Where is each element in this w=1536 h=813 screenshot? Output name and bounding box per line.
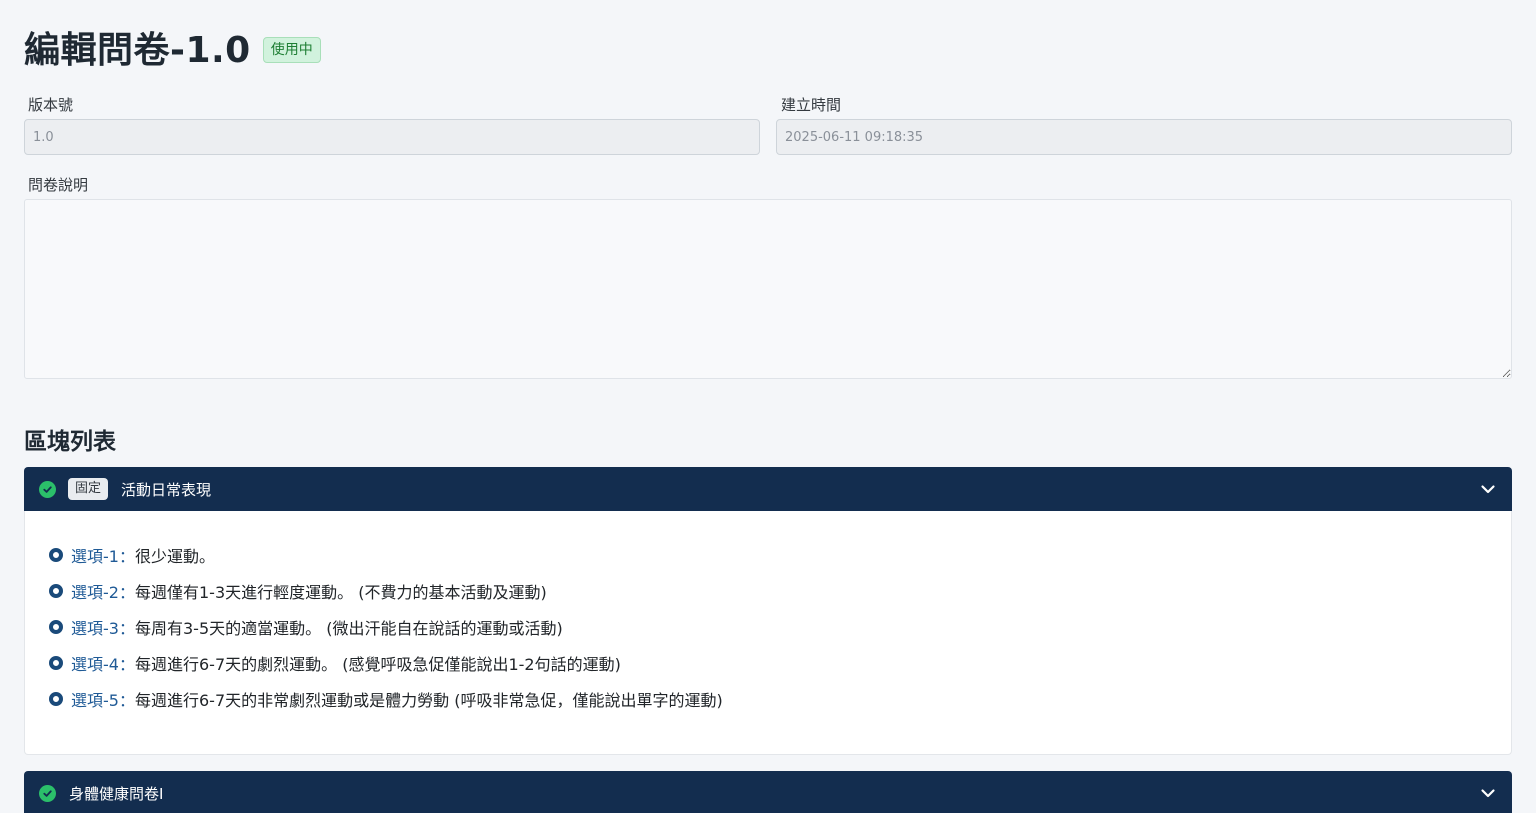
version-input[interactable] [24, 119, 760, 155]
option-colon: ： [118, 547, 135, 566]
option-text: 很少運動。 [134, 547, 215, 566]
created-time-label: 建立時間 [781, 96, 842, 114]
chevron-down-icon[interactable] [1480, 481, 1496, 497]
option-item: 選項-1：很少運動。 [49, 537, 723, 573]
chevron-down-icon[interactable] [1480, 785, 1496, 801]
check-circle-icon [39, 480, 56, 498]
block-header-health[interactable]: 身體健康問卷I [24, 771, 1512, 813]
version-label: 版本號 [28, 96, 74, 114]
option-colon: ： [118, 583, 135, 602]
fixed-badge: 固定 [68, 478, 109, 500]
option-key: 選項-1 [71, 547, 119, 566]
blocks-section-title: 區塊列表 [24, 429, 116, 455]
option-item: 選項-3：每周有3-5天的適當運動。 (微出汗能自在說話的運動或活動) [49, 609, 723, 645]
option-text: 每週僅有1-3天進行輕度運動。 (不費力的基本活動及運動) [134, 583, 547, 602]
description-textarea[interactable] [24, 199, 1512, 379]
check-circle-icon [39, 784, 56, 802]
created-time-input[interactable] [776, 119, 1512, 155]
radio-bullet-icon [49, 548, 63, 562]
radio-bullet-icon [49, 620, 63, 634]
title-row: 編輯問卷-1.0 使用中 [24, 24, 321, 71]
option-key: 選項-4 [71, 655, 119, 674]
block-body-activity: 選項-1：很少運動。 選項-2：每週僅有1-3天進行輕度運動。 (不費力的基本活… [24, 511, 1512, 755]
option-colon: ： [118, 619, 135, 638]
option-text: 每周有3-5天的適當運動。 (微出汗能自在說話的運動或活動) [134, 619, 563, 638]
option-key: 選項-2 [71, 583, 119, 602]
block-header-activity[interactable]: 固定 活動日常表現 [24, 467, 1512, 511]
option-item: 選項-5：每週進行6-7天的非常劇烈運動或是體力勞動 (呼吸非常急促，僅能說出單… [49, 681, 723, 717]
option-key: 選項-3 [71, 619, 119, 638]
radio-bullet-icon [49, 692, 63, 706]
option-colon: ： [118, 691, 135, 710]
block-name: 身體健康問卷I [69, 784, 164, 803]
option-item: 選項-2：每週僅有1-3天進行輕度運動。 (不費力的基本活動及運動) [49, 573, 723, 609]
option-key: 選項-5 [71, 691, 119, 710]
option-item: 選項-4：每週進行6-7天的劇烈運動。 (感覺呼吸急促僅能說出1-2句話的運動) [49, 645, 723, 681]
status-badge: 使用中 [262, 37, 321, 63]
description-label: 問卷說明 [28, 176, 89, 194]
option-text: 每週進行6-7天的劇烈運動。 (感覺呼吸急促僅能說出1-2句話的運動) [134, 655, 621, 674]
page-title: 編輯問卷-1.0 [24, 30, 251, 71]
option-colon: ： [118, 655, 135, 674]
option-text: 每週進行6-7天的非常劇烈運動或是體力勞動 (呼吸非常急促，僅能說出單字的運動) [134, 691, 723, 710]
radio-bullet-icon [49, 584, 63, 598]
block-name: 活動日常表現 [121, 480, 212, 499]
option-list: 選項-1：很少運動。 選項-2：每週僅有1-3天進行輕度運動。 (不費力的基本活… [49, 537, 723, 717]
radio-bullet-icon [49, 656, 63, 670]
